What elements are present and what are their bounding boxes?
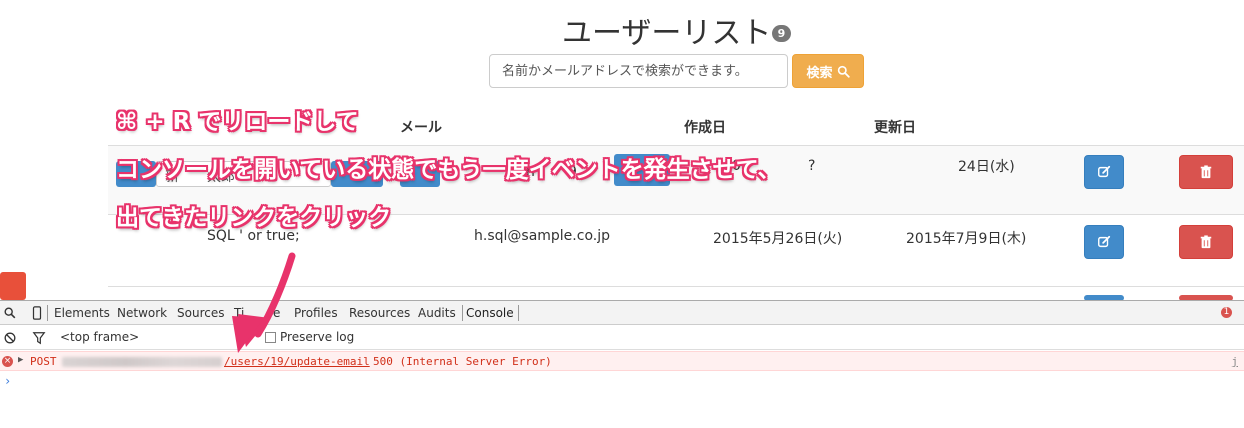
- column-header-updated: 更新日: [874, 120, 916, 136]
- user-count-badge: 9: [772, 25, 791, 42]
- error-icon: ×: [2, 356, 13, 367]
- clear-console-icon[interactable]: [3, 330, 17, 346]
- tab-network[interactable]: Network: [117, 306, 167, 320]
- tab-timeline[interactable]: Ti: [234, 306, 244, 320]
- delete-button[interactable]: [1179, 155, 1233, 189]
- frame-selector[interactable]: <top frame>: [60, 330, 139, 344]
- tab-timeline-fragment: e: [273, 306, 281, 320]
- updated-date: 2015年7月9日(木): [906, 231, 1027, 247]
- tab-console[interactable]: Console: [466, 306, 514, 320]
- tab-elements[interactable]: Elements: [54, 306, 110, 320]
- error-count-icon[interactable]: 1: [1221, 307, 1232, 318]
- preserve-log-checkbox[interactable]: [265, 332, 276, 343]
- search-button-label: 検索: [806, 65, 833, 81]
- error-url-link[interactable]: /users/19/update-email: [224, 355, 370, 368]
- trash-icon: [1200, 165, 1212, 179]
- error-source-link[interactable]: j: [1231, 355, 1238, 368]
- annotation-line-3: 出てきたリンクをクリック: [116, 205, 392, 231]
- device-mode-icon[interactable]: [30, 305, 44, 321]
- annotation-line-1: ⌘ + R でリロードして: [116, 109, 359, 135]
- tab-divider: [462, 305, 463, 321]
- console-prompt[interactable]: ›: [4, 374, 11, 388]
- devtools-tabbar: Elements Network Sources Ti e Profiles R…: [0, 300, 1244, 325]
- column-header-email: メール: [400, 120, 442, 136]
- console-error-message: × ▶ POST /users/19/update-email 500 (Int…: [0, 351, 1244, 371]
- filter-icon[interactable]: [32, 330, 46, 346]
- annotation-line-2: コンソールを開いている状態でもう一度イベントを発生させて、: [116, 157, 781, 183]
- search-button[interactable]: 検索: [792, 54, 864, 88]
- page-title: ユーザーリスト: [562, 16, 772, 51]
- edit-button[interactable]: [1084, 225, 1124, 259]
- row-divider: [108, 286, 1244, 287]
- column-header-created: 作成日: [684, 120, 726, 136]
- user-email: h.sql@sample.co.jp: [474, 228, 610, 244]
- delete-button[interactable]: [1179, 225, 1233, 259]
- tab-resources[interactable]: Resources: [349, 306, 410, 320]
- search-icon: [837, 65, 850, 78]
- tab-divider: [518, 305, 519, 321]
- inspect-icon[interactable]: [3, 305, 17, 321]
- edit-icon: [1098, 165, 1111, 178]
- updated-fragment: 24日(水): [958, 159, 1015, 175]
- expand-triangle-icon[interactable]: ▶: [18, 355, 23, 365]
- edit-icon: [1098, 235, 1111, 248]
- created-date: 2015年5月26日(火): [713, 231, 843, 247]
- tab-divider: [47, 305, 48, 321]
- search-input[interactable]: [489, 54, 788, 88]
- error-method: POST: [30, 355, 57, 368]
- tab-profiles[interactable]: Profiles: [294, 306, 338, 320]
- redacted-host: [62, 357, 222, 367]
- console-toolbar: <top frame> Preserve log: [0, 326, 1244, 350]
- error-status: 500 (Internal Server Error): [373, 355, 552, 368]
- created-fragment-2: ?: [808, 158, 816, 174]
- tab-sources[interactable]: Sources: [177, 306, 224, 320]
- tab-audits[interactable]: Audits: [418, 306, 456, 320]
- devtools-app-icon: [0, 272, 26, 300]
- preserve-log-label: Preserve log: [280, 330, 355, 344]
- edit-button[interactable]: [1084, 155, 1124, 189]
- trash-icon: [1200, 235, 1212, 249]
